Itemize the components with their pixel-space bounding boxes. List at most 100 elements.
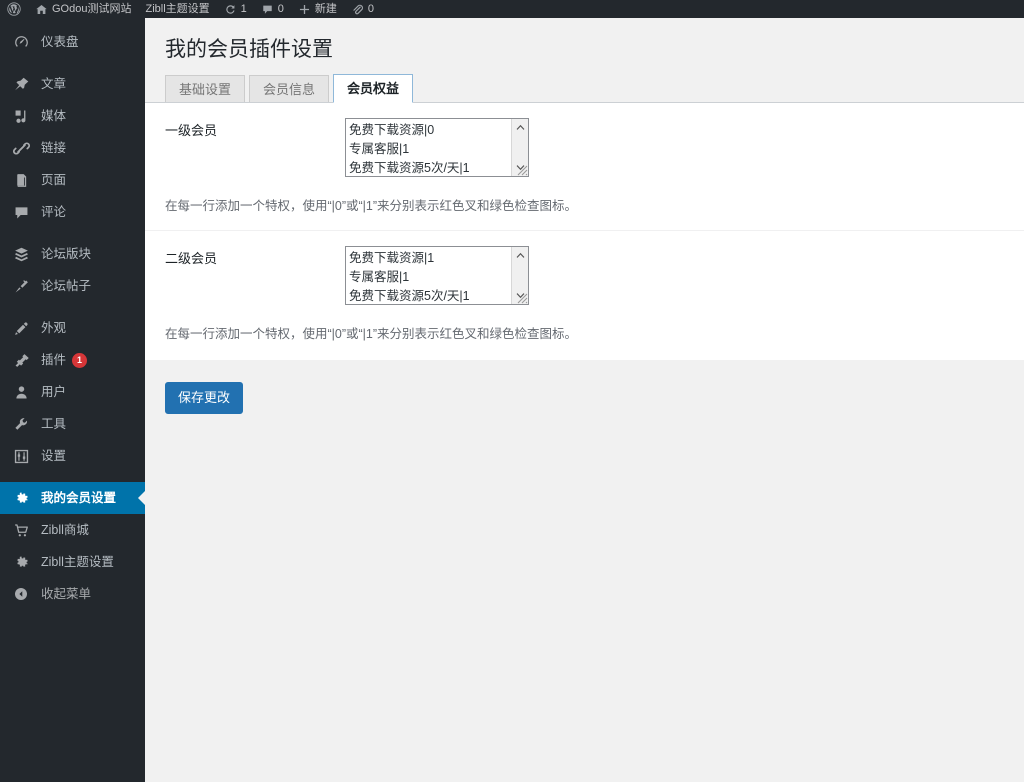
sidebar-item-label: 收起菜单 <box>41 588 91 601</box>
plugins-icon <box>10 350 32 370</box>
save-changes-button[interactable]: 保存更改 <box>165 382 243 414</box>
tab-member-benefits[interactable]: 会员权益 <box>333 74 413 103</box>
textarea-resize-handle[interactable] <box>514 290 528 304</box>
field-control-level-1 <box>345 118 1024 177</box>
field-control-level-2 <box>345 246 1024 305</box>
sidebar-item-label: 仪表盘 <box>41 36 79 49</box>
comment-icon <box>10 202 32 222</box>
sidebar-item-forums[interactable]: 论坛版块 <box>0 238 145 270</box>
gear-icon <box>10 552 32 572</box>
sidebar-item-label: Zibll商城 <box>41 524 89 537</box>
sidebar-item-tools[interactable]: 工具 <box>0 408 145 440</box>
form-group-level-2: 二级会员 <box>145 230 1024 360</box>
tab-member-info[interactable]: 会员信息 <box>249 75 329 102</box>
field-help-level-2: 在每一行添加一个特权，使用“|0”或“|1”来分别表示红色叉和绿色检查图标。 <box>165 325 1024 344</box>
sidebar-item-appearance[interactable]: 外观 <box>0 312 145 344</box>
textarea-resize-handle[interactable] <box>514 162 528 176</box>
sidebar-separator <box>0 302 145 312</box>
plugin-indicator-menu[interactable]: 0 <box>344 0 381 18</box>
sidebar-item-pages[interactable]: 页面 <box>0 164 145 196</box>
settings-form-panel: 一级会员 <box>145 102 1024 360</box>
sidebar-item-plugins[interactable]: 插件 1 <box>0 344 145 376</box>
textarea-wrapper <box>345 118 529 177</box>
post-pin-icon <box>10 74 32 94</box>
sidebar-item-users[interactable]: 用户 <box>0 376 145 408</box>
sidebar-item-links[interactable]: 链接 <box>0 132 145 164</box>
sidebar-item-label: 工具 <box>41 418 66 431</box>
theme-settings-menu[interactable]: Zibll主题设置 <box>138 0 216 18</box>
sidebar-separator <box>0 472 145 482</box>
sidebar-item-settings[interactable]: 设置 <box>0 440 145 472</box>
field-label-level-2: 二级会员 <box>165 246 345 268</box>
sidebar-item-my-member-settings[interactable]: 我的会员设置 <box>0 482 145 514</box>
plugin-indicator-count: 0 <box>368 3 374 15</box>
gear-icon <box>10 488 32 508</box>
page-title: 我的会员插件设置 <box>145 18 1024 75</box>
topic-icon <box>10 276 32 296</box>
wp-logo-menu[interactable] <box>0 0 28 18</box>
sidebar-item-label: 外观 <box>41 322 66 335</box>
field-help-level-1: 在每一行添加一个特权，使用“|0”或“|1”来分别表示红色叉和绿色检查图标。 <box>165 197 1024 216</box>
admin-bar: GOdou测试网站 Zibll主题设置 1 0 新建 <box>0 0 1024 18</box>
sidebar-item-label: 我的会员设置 <box>41 492 116 505</box>
cart-icon <box>10 520 32 540</box>
new-content-label: 新建 <box>315 4 337 15</box>
wordpress-logo-icon <box>7 2 21 16</box>
sidebar-item-zibll-shop[interactable]: Zibll商城 <box>0 514 145 546</box>
sidebar-item-label: Zibll主题设置 <box>41 556 114 569</box>
paperclip-icon <box>351 3 364 16</box>
site-name-menu[interactable]: GOdou测试网站 <box>28 0 138 18</box>
link-icon <box>10 138 32 158</box>
sidebar-separator <box>0 58 145 68</box>
content-area: 我的会员插件设置 基础设置 会员信息 会员权益 一级会员 <box>145 18 1024 782</box>
home-icon <box>35 3 48 16</box>
help-wrap-level-2: 在每一行添加一个特权，使用“|0”或“|1”来分别表示红色叉和绿色检查图标。 <box>145 325 1024 344</box>
sidebar-item-posts[interactable]: 文章 <box>0 68 145 100</box>
collapse-arrow-icon <box>10 584 32 604</box>
new-content-menu[interactable]: 新建 <box>291 0 344 18</box>
sidebar-item-label: 论坛版块 <box>41 248 91 261</box>
sidebar-item-zibll-theme-settings[interactable]: Zibll主题设置 <box>0 546 145 578</box>
sidebar-item-label: 媒体 <box>41 110 66 123</box>
page-icon <box>10 170 32 190</box>
site-name-label: GOdou测试网站 <box>52 4 131 15</box>
sidebar-item-media[interactable]: 媒体 <box>0 100 145 132</box>
help-wrap-level-1: 在每一行添加一个特权，使用“|0”或“|1”来分别表示红色叉和绿色检查图标。 <box>145 197 1024 216</box>
form-row: 一级会员 <box>145 103 1024 191</box>
form-row: 二级会员 <box>145 231 1024 319</box>
benefits-textarea-level-2[interactable] <box>345 246 529 305</box>
sidebar-item-label: 页面 <box>41 174 66 187</box>
updates-menu[interactable]: 1 <box>217 0 254 18</box>
update-refresh-icon <box>224 3 237 16</box>
users-icon <box>10 382 32 402</box>
sidebar-item-collapse-menu[interactable]: 收起菜单 <box>0 578 145 610</box>
scroll-up-icon[interactable] <box>512 247 529 264</box>
sidebar-item-label: 设置 <box>41 450 66 463</box>
scroll-up-icon[interactable] <box>512 119 529 136</box>
comments-count: 0 <box>278 3 284 15</box>
appearance-brush-icon <box>10 318 32 338</box>
sidebar-item-label: 链接 <box>41 142 66 155</box>
comment-bubble-icon <box>261 3 274 16</box>
settings-sliders-icon <box>10 446 32 466</box>
sidebar-separator <box>0 228 145 238</box>
sidebar-item-label: 文章 <box>41 78 66 91</box>
current-menu-arrow <box>138 490 146 506</box>
benefits-textarea-level-1[interactable] <box>345 118 529 177</box>
sidebar-item-dashboard[interactable]: 仪表盘 <box>0 26 145 58</box>
comments-menu[interactable]: 0 <box>254 0 291 18</box>
field-label-level-1: 一级会员 <box>165 118 345 140</box>
plugins-update-badge: 1 <box>72 353 87 368</box>
sidebar-item-comments[interactable]: 评论 <box>0 196 145 228</box>
textarea-wrapper <box>345 246 529 305</box>
tools-wrench-icon <box>10 414 32 434</box>
settings-tab-bar: 基础设置 会员信息 会员权益 <box>145 75 1024 102</box>
sidebar-item-label: 插件 <box>41 354 66 367</box>
submit-area: 保存更改 <box>145 360 1024 414</box>
tab-basic-settings[interactable]: 基础设置 <box>165 75 245 102</box>
admin-sidebar: 仪表盘 文章 媒体 链接 <box>0 18 145 782</box>
form-group-level-1: 一级会员 <box>145 103 1024 230</box>
updates-count: 1 <box>241 3 247 15</box>
sidebar-item-topics[interactable]: 论坛帖子 <box>0 270 145 302</box>
sidebar-item-label: 用户 <box>41 386 66 399</box>
